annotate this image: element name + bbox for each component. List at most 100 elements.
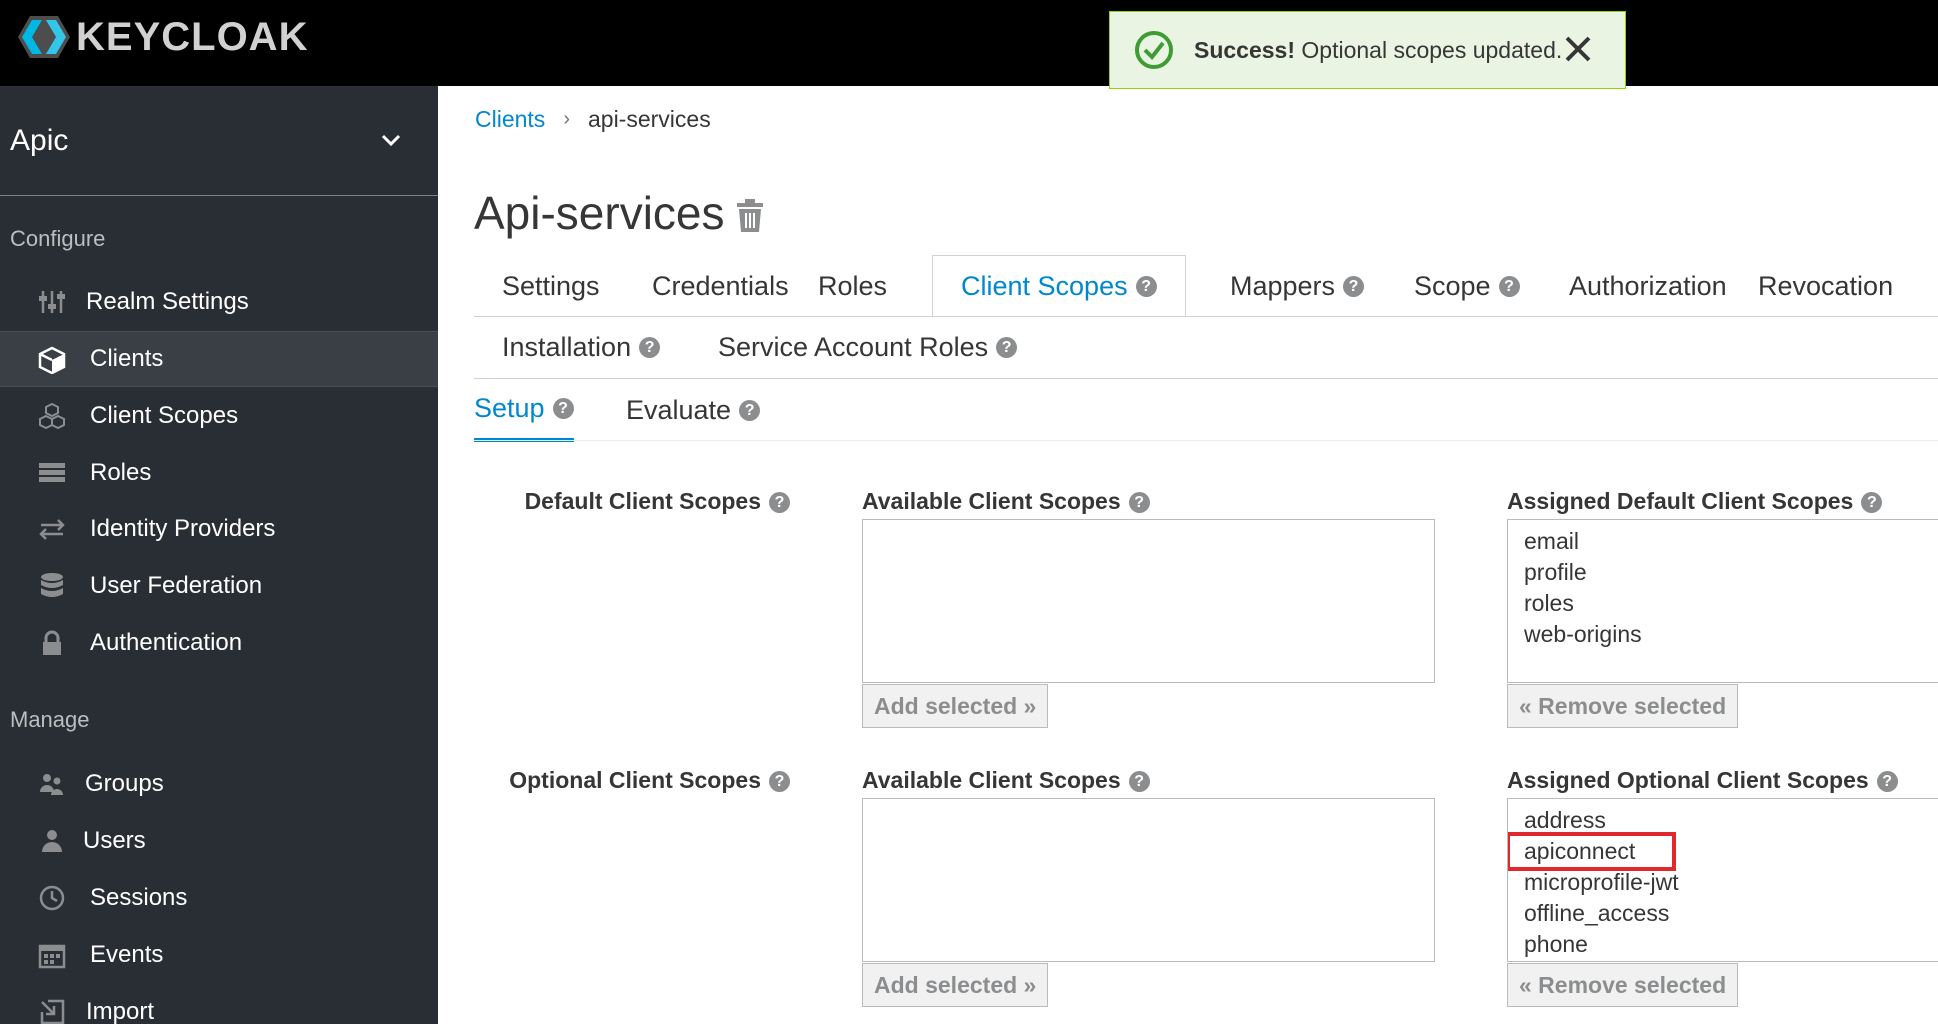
close-icon[interactable] — [1561, 32, 1595, 66]
sidebar-item-label: Clients — [90, 345, 164, 372]
sidebar-item-label: Import — [86, 998, 155, 1024]
available-optional-scopes-list[interactable] — [862, 798, 1435, 962]
list-item[interactable]: profile — [1524, 557, 1930, 588]
help-icon[interactable]: ? — [1128, 492, 1150, 514]
users-icon — [40, 774, 63, 795]
toast-message: Success! Optional scopes updated. — [1194, 36, 1563, 63]
sidebar-item-label: Authentication — [90, 629, 243, 656]
sidebar-item-authentication[interactable]: Authentication — [0, 615, 438, 671]
sidebar-item-groups[interactable]: Groups — [0, 756, 438, 812]
help-icon[interactable]: ? — [769, 771, 790, 793]
add-selected-default-button[interactable]: Add selected » — [862, 684, 1049, 728]
list-item[interactable]: microprofile-jwt — [1524, 867, 1930, 898]
help-icon[interactable]: ? — [1876, 771, 1898, 793]
sidebar-item-label: Identity Providers — [90, 515, 276, 542]
tab-credentials[interactable]: Credentials — [624, 255, 817, 317]
sidebar-item-roles[interactable]: Roles — [0, 445, 438, 501]
configure-heading: Configure — [10, 226, 106, 251]
masthead: KEYCLOAK — [0, 0, 1938, 86]
realm-name: Apic — [10, 124, 69, 157]
exchange-icon — [39, 519, 65, 540]
realm-selector[interactable]: Apic — [0, 86, 438, 196]
sidebar-item-label: Client Scopes — [90, 402, 239, 429]
cube-icon — [38, 346, 66, 374]
trash-icon[interactable] — [735, 198, 765, 234]
remove-selected-default-button[interactable]: « Remove selected — [1507, 684, 1739, 728]
breadcrumb-clients-link[interactable]: Clients — [475, 106, 545, 133]
add-selected-optional-button[interactable]: Add selected » — [862, 963, 1049, 1007]
assigned-optional-label: Assigned Optional Client Scopes? — [1507, 767, 1898, 794]
tab-scope[interactable]: Scope? — [1386, 255, 1548, 317]
sidebar-item-events[interactable]: Events — [0, 927, 438, 983]
help-icon[interactable]: ? — [769, 492, 790, 514]
sidebar-item-label: Roles — [90, 459, 152, 486]
help-icon[interactable]: ? — [1128, 771, 1150, 793]
check-circle-icon — [1135, 31, 1173, 69]
sidebar-item-label: Users — [83, 827, 146, 854]
tab-setup[interactable]: Setup? — [474, 378, 574, 442]
available-optional-label: Available Client Scopes? — [862, 767, 1150, 794]
breadcrumb: Clients › api-services — [475, 106, 711, 133]
help-icon[interactable]: ? — [639, 336, 661, 358]
sidebar-item-users[interactable]: Users — [0, 813, 438, 869]
list-item[interactable]: phone — [1524, 929, 1930, 960]
sidebar-item-client-scopes[interactable]: Client Scopes — [0, 388, 438, 444]
tab-installation[interactable]: Installation? — [474, 316, 688, 378]
tab-revocation[interactable]: Revocation — [1730, 255, 1921, 317]
sidebar-item-identity-providers[interactable]: Identity Providers — [0, 501, 438, 557]
tab-service-account-roles[interactable]: Service Account Roles? — [690, 316, 1045, 378]
help-icon[interactable]: ? — [739, 399, 761, 421]
sliders-icon — [39, 291, 65, 313]
success-toast: Success! Optional scopes updated. — [1109, 11, 1626, 89]
tab-settings[interactable]: Settings — [474, 255, 628, 317]
tab-client-scopes[interactable]: Client Scopes? — [932, 255, 1186, 317]
tab-roles[interactable]: Roles — [790, 255, 915, 317]
import-icon — [40, 999, 65, 1024]
help-icon[interactable]: ? — [996, 336, 1018, 358]
tab-mappers[interactable]: Mappers? — [1202, 255, 1392, 317]
assigned-optional-scopes-list[interactable]: address apiconnect microprofile-jwt offl… — [1507, 798, 1938, 962]
default-scopes-label: Default Client Scopes? — [520, 488, 790, 515]
sidebar-item-label: Groups — [85, 770, 164, 797]
sidebar-item-label: Events — [90, 941, 164, 968]
clock-icon — [39, 885, 65, 911]
sidebar-item-realm-settings[interactable]: Realm Settings — [0, 274, 438, 330]
list-item[interactable]: offline_access — [1524, 898, 1930, 929]
tab-authorization[interactable]: Authorization — [1541, 255, 1755, 317]
help-icon[interactable]: ? — [552, 397, 574, 419]
sidebar: Apic Configure Realm Settings Clients Cl… — [0, 86, 438, 1024]
tab-evaluate[interactable]: Evaluate? — [626, 378, 761, 442]
sidebar-item-clients[interactable]: Clients — [0, 331, 438, 387]
help-icon[interactable]: ? — [1498, 275, 1520, 297]
available-default-scopes-list[interactable] — [862, 519, 1435, 683]
list-item[interactable]: address — [1524, 805, 1930, 836]
available-default-label: Available Client Scopes? — [862, 488, 1150, 515]
keycloak-logo[interactable]: KEYCLOAK — [8, 10, 308, 64]
scope-subtabs: Setup? Evaluate? — [474, 378, 1938, 442]
breadcrumb-current: api-services — [587, 106, 711, 132]
sidebar-item-label: Sessions — [90, 884, 188, 911]
help-icon[interactable]: ? — [1135, 275, 1157, 297]
list-item-highlighted[interactable]: apiconnect — [1508, 832, 1676, 871]
help-icon[interactable]: ? — [1861, 492, 1883, 514]
client-tabs: Settings Credentials Roles Client Scopes… — [474, 255, 1938, 317]
calendar-icon — [38, 944, 66, 969]
sidebar-item-user-federation[interactable]: User Federation — [0, 558, 438, 614]
sidebar-item-import[interactable]: Import — [0, 984, 438, 1024]
client-tabs-row-2: Installation? Service Account Roles? — [474, 316, 1938, 378]
list-item[interactable]: web-origins — [1524, 619, 1930, 650]
sidebar-item-label: User Federation — [90, 572, 263, 599]
cubes-icon — [39, 402, 65, 430]
sidebar-item-label: Realm Settings — [86, 288, 249, 315]
user-icon — [42, 830, 62, 852]
list-item[interactable]: email — [1524, 526, 1930, 557]
list-item[interactable]: roles — [1524, 588, 1930, 619]
sidebar-item-sessions[interactable]: Sessions — [0, 870, 438, 926]
assigned-default-scopes-list[interactable]: email profile roles web-origins — [1507, 519, 1938, 683]
help-icon[interactable]: ? — [1343, 275, 1365, 297]
assigned-default-label: Assigned Default Client Scopes? — [1507, 488, 1883, 515]
subtabs-divider — [474, 440, 1938, 441]
chevron-down-icon — [381, 134, 401, 147]
optional-scopes-label: Optional Client Scopes? — [500, 767, 790, 794]
remove-selected-optional-button[interactable]: « Remove selected — [1507, 963, 1739, 1007]
